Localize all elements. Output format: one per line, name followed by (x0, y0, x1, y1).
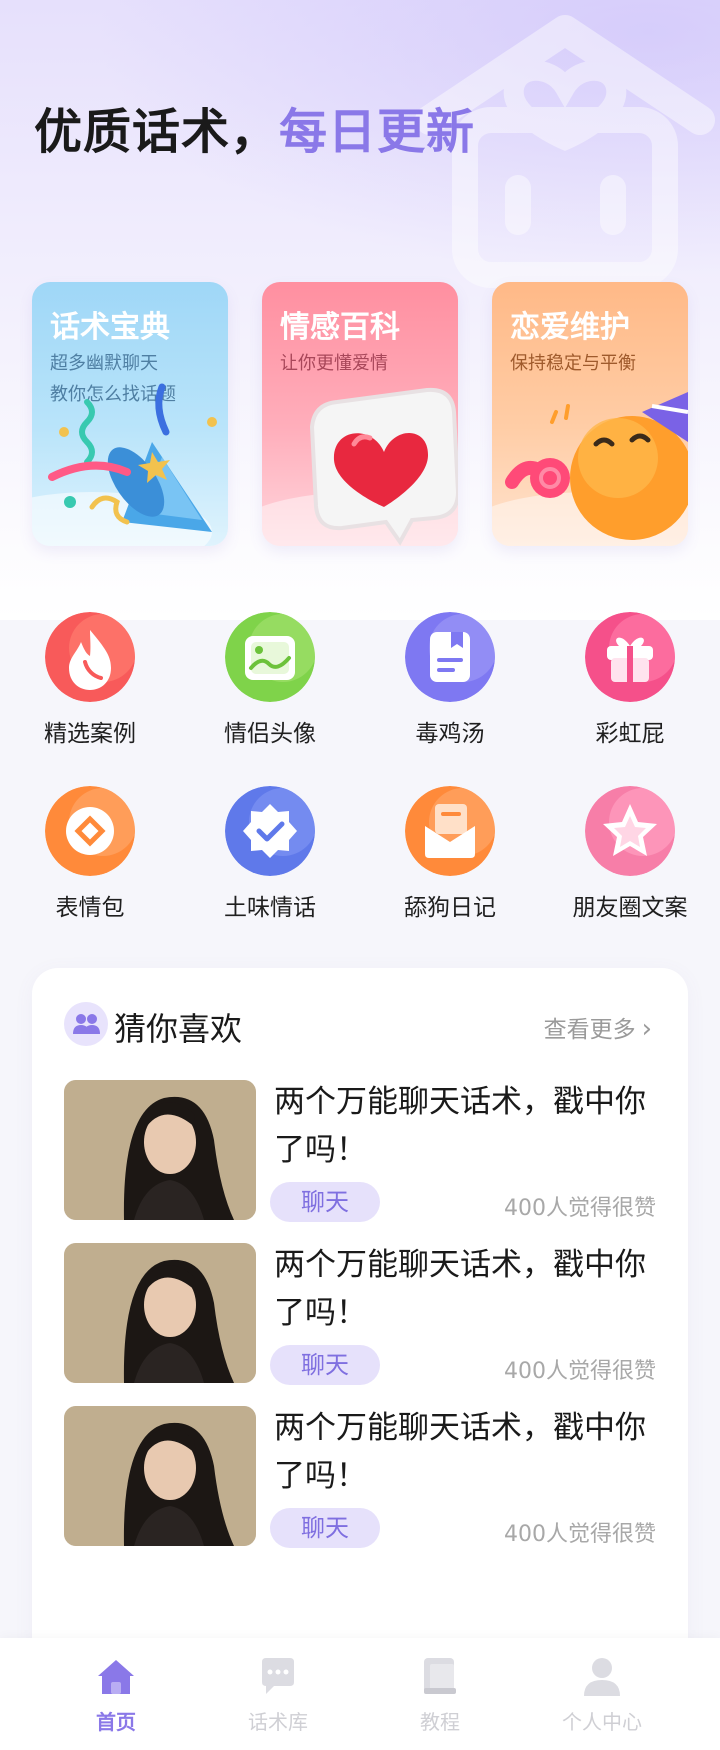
article-thumbnail (64, 1406, 256, 1546)
recommend-panel: 猜你喜欢 查看更多 › 两个万能聊天话术，戳中你了吗！ 聊天 400人觉得很赞 两… (32, 968, 688, 1668)
list-item[interactable]: 两个万能聊天话术，戳中你了吗！ 聊天 400人觉得很赞 (64, 1406, 656, 1548)
list-item[interactable]: 两个万能聊天话术，戳中你了吗！ 聊天 400人觉得很赞 (64, 1243, 656, 1385)
category-label: 情侣头像 (224, 721, 316, 747)
category-item-poison-soup[interactable]: 毒鸡汤 (360, 606, 540, 756)
hero-title-accent: 每日更新 (279, 104, 476, 160)
tab-tutorial[interactable]: 教程 (350, 1638, 530, 1750)
category-item-featured-cases[interactable]: 精选案例 (0, 606, 180, 756)
article-likes: 400人觉得很赞 (504, 1196, 656, 1221)
category-label: 彩虹屁 (595, 721, 665, 747)
tab-profile[interactable]: 个人中心 (512, 1638, 692, 1750)
flame-icon (45, 612, 135, 702)
chat-icon (256, 1654, 300, 1698)
tab-home[interactable]: 首页 (26, 1638, 206, 1750)
users-icon (64, 1002, 108, 1046)
check-badge-icon (225, 786, 315, 876)
view-more-label: 查看更多 (543, 1017, 636, 1043)
tab-scripts-library[interactable]: 话术库 (188, 1638, 368, 1750)
feature-card-subtitle-line: 保持稳定与平衡 (510, 353, 636, 374)
article-tag[interactable]: 聊天 (270, 1182, 380, 1222)
tab-label: 教程 (420, 1710, 460, 1734)
article-likes: 400人觉得很赞 (504, 1522, 656, 1547)
view-more-link[interactable]: 查看更多 › (544, 1010, 652, 1044)
category-label: 精选案例 (44, 721, 136, 747)
hero-title: 优质话术，每日更新 (34, 92, 475, 162)
feature-card-subtitle-line: 超多幽默聊天 (50, 353, 158, 374)
feature-card-emotion[interactable]: 情感百科 让你更懂爱情 (262, 282, 458, 546)
category-item-cheesy-lines[interactable]: 土味情话 (180, 780, 360, 930)
home-icon (94, 1654, 138, 1698)
feature-card-scripts[interactable]: 话术宝典 超多幽默聊天 教你怎么找话题 (32, 282, 228, 546)
heart-message-illustration (262, 387, 458, 546)
recommend-header: 猜你喜欢 查看更多 › (64, 1000, 656, 1048)
article-title: 两个万能聊天话术，戳中你了吗！ (274, 1247, 646, 1331)
category-item-simp-diary[interactable]: 舔狗日记 (360, 780, 540, 930)
category-item-flattery[interactable]: 彩虹屁 (540, 606, 720, 756)
feature-card-subtitle: 让你更懂爱情 (280, 348, 388, 379)
star-icon (585, 786, 675, 876)
hero-title-main: 优质话术， (34, 104, 280, 160)
article-title: 两个万能聊天话术，戳中你了吗！ (274, 1410, 646, 1494)
feature-card-title: 话术宝典 (50, 310, 170, 345)
category-item-stickers[interactable]: 表情包 (0, 780, 180, 930)
tab-label: 首页 (96, 1710, 136, 1734)
party-emoji-illustration (492, 392, 688, 546)
category-label: 表情包 (55, 895, 125, 921)
category-item-moments-copy[interactable]: 朋友圈文案 (540, 780, 720, 930)
article-tag[interactable]: 聊天 (270, 1345, 380, 1385)
book-icon (418, 1654, 462, 1698)
recommend-title: 猜你喜欢 (114, 1010, 243, 1048)
article-title: 两个万能聊天话术，戳中你了吗！ (274, 1084, 646, 1168)
feature-card-relationship[interactable]: 恋爱维护 保持稳定与平衡 (492, 282, 688, 546)
article-likes: 400人觉得很赞 (504, 1359, 656, 1384)
category-item-couple-avatar[interactable]: 情侣头像 (180, 606, 360, 756)
bottom-tab-bar: 首页 话术库 教程 个人中心 (0, 1638, 720, 1750)
article-thumbnail (64, 1243, 256, 1383)
picture-icon (225, 612, 315, 702)
user-icon (580, 1654, 624, 1698)
category-label: 舔狗日记 (404, 895, 496, 921)
feature-cards: 话术宝典 超多幽默聊天 教你怎么找话题 情感百科 让你更懂爱情 恋爱维护 保持稳… (32, 282, 688, 546)
tab-label: 个人中心 (562, 1710, 642, 1734)
article-thumbnail (64, 1080, 256, 1220)
category-label: 朋友圈文案 (572, 895, 688, 921)
feature-card-subtitle: 保持稳定与平衡 (510, 348, 636, 379)
article-tag[interactable]: 聊天 (270, 1508, 380, 1548)
category-label: 毒鸡汤 (415, 721, 485, 747)
gift-icon (585, 612, 675, 702)
diamond-badge-icon (45, 786, 135, 876)
category-label: 土味情话 (224, 895, 316, 921)
notebook-icon (405, 612, 495, 702)
chevron-right-icon: › (641, 1014, 652, 1044)
feature-card-subtitle-line: 让你更懂爱情 (280, 353, 388, 374)
feature-card-title: 恋爱维护 (510, 310, 630, 345)
tab-label: 话术库 (248, 1710, 308, 1734)
envelope-icon (405, 786, 495, 876)
party-popper-illustration (32, 383, 217, 546)
list-item[interactable]: 两个万能聊天话术，戳中你了吗！ 聊天 400人觉得很赞 (64, 1080, 656, 1222)
feature-card-title: 情感百科 (280, 310, 400, 345)
